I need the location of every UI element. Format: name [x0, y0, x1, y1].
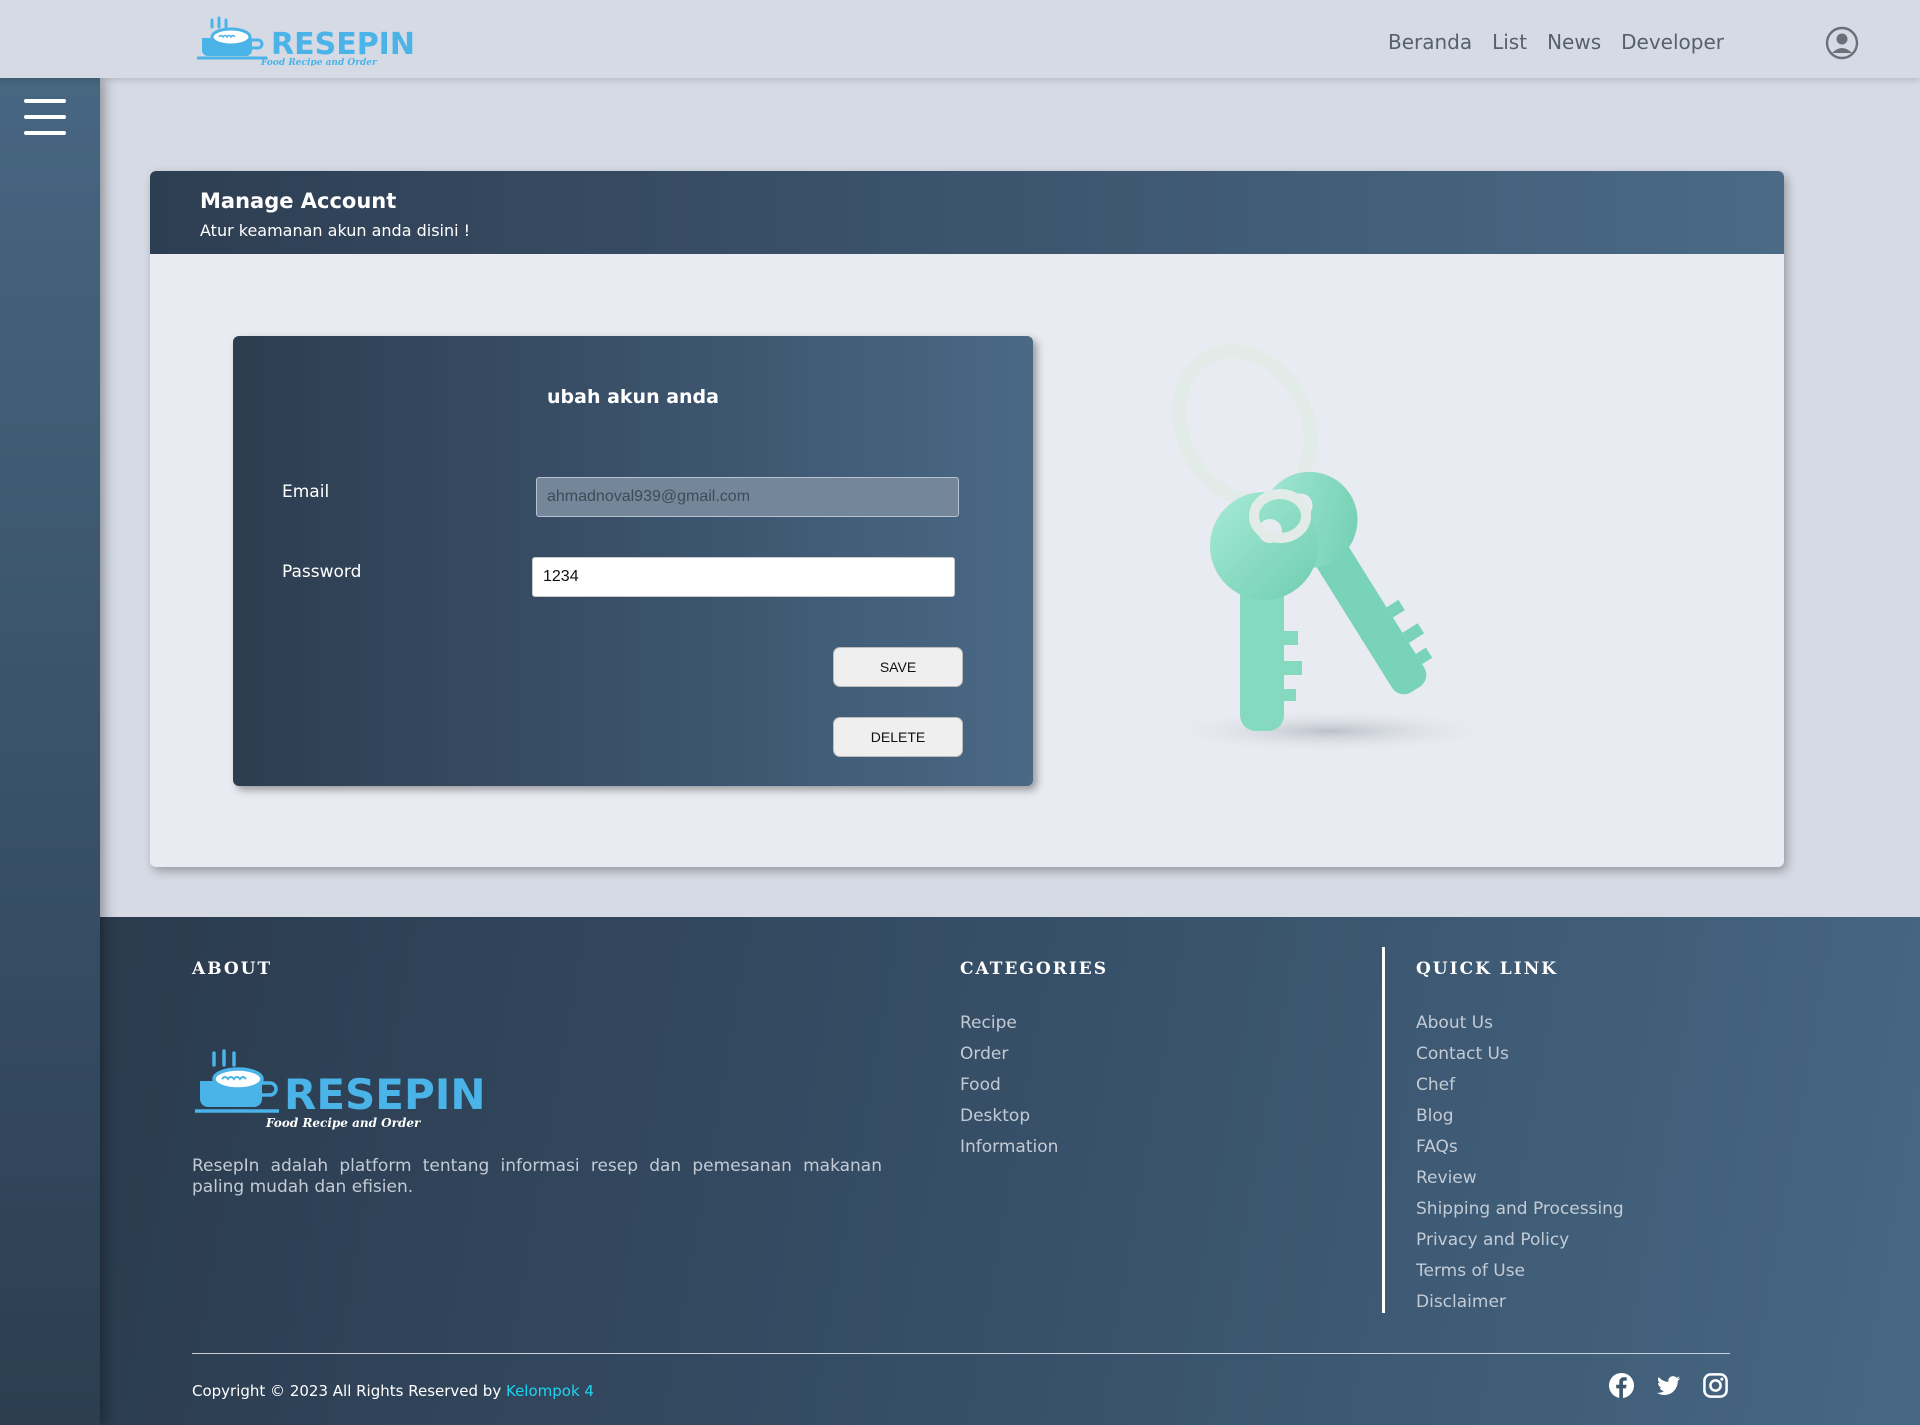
- nav-link-news[interactable]: News: [1547, 30, 1601, 54]
- quick-link-chef[interactable]: Chef: [1416, 1075, 1624, 1106]
- footer: ABOUT RESEPIN Food Recipe and Order Rese…: [100, 917, 1920, 1425]
- save-button[interactable]: SAVE: [833, 647, 963, 687]
- footer-quick-link-heading: QUICK LINK: [1416, 959, 1559, 979]
- quick-link-about-us[interactable]: About Us: [1416, 1013, 1624, 1044]
- footer-categories-heading: CATEGORIES: [960, 959, 1109, 979]
- nav-link-beranda[interactable]: Beranda: [1388, 30, 1472, 54]
- top-navbar: RESEPIN Food Recipe and Order Beranda Li…: [0, 0, 1920, 78]
- footer-vertical-divider: [1382, 947, 1385, 1313]
- delete-button[interactable]: DELETE: [833, 717, 963, 757]
- copyright-label: Copyright © 2023 All Rights Reserved by: [192, 1382, 502, 1400]
- quick-link-blog[interactable]: Blog: [1416, 1106, 1624, 1137]
- page-title: Manage Account: [200, 189, 397, 213]
- card-header: Manage Account Atur keamanan akun anda d…: [150, 171, 1784, 254]
- facebook-icon[interactable]: [1608, 1372, 1635, 1399]
- main-nav: Beranda List News Developer: [1388, 30, 1724, 54]
- footer-resepin-logo: RESEPIN Food Recipe and Order: [195, 1049, 482, 1130]
- svg-text:RESEPIN: RESEPIN: [271, 27, 415, 62]
- password-label: Password: [282, 562, 362, 582]
- quick-link-terms[interactable]: Terms of Use: [1416, 1261, 1624, 1292]
- footer-about-heading: ABOUT: [192, 959, 273, 979]
- quick-link-disclaimer[interactable]: Disclaimer: [1416, 1292, 1624, 1323]
- category-link-information[interactable]: Information: [960, 1137, 1058, 1168]
- footer-horizontal-divider: [192, 1353, 1730, 1354]
- form-title: ubah akun anda: [547, 386, 719, 408]
- footer-quick-link-list: About Us Contact Us Chef Blog FAQs Revie…: [1416, 1013, 1624, 1323]
- svg-text:Food Recipe and Order: Food Recipe and Order: [265, 1116, 422, 1130]
- keys-illustration: [1160, 344, 1490, 753]
- sidebar: [0, 78, 100, 1425]
- social-links: [1608, 1372, 1729, 1399]
- quick-link-review[interactable]: Review: [1416, 1168, 1624, 1199]
- email-field[interactable]: [536, 477, 959, 517]
- category-link-food[interactable]: Food: [960, 1075, 1058, 1106]
- hamburger-menu-icon[interactable]: [24, 99, 66, 137]
- copyright-text: Copyright © 2023 All Rights Reserved by …: [192, 1382, 594, 1400]
- svg-text:RESEPIN: RESEPIN: [284, 1070, 482, 1119]
- nav-link-list[interactable]: List: [1492, 30, 1527, 54]
- footer-categories-list: Recipe Order Food Desktop Information: [960, 1013, 1058, 1168]
- quick-link-privacy[interactable]: Privacy and Policy: [1416, 1230, 1624, 1261]
- svg-text:Food Recipe and Order: Food Recipe and Order: [260, 58, 378, 66]
- instagram-icon[interactable]: [1702, 1372, 1729, 1399]
- account-form: ubah akun anda Email Password SAVE DELET…: [233, 336, 1033, 786]
- resepin-logo[interactable]: RESEPIN Food Recipe and Order: [195, 14, 440, 66]
- page-subtitle: Atur keamanan akun anda disini !: [200, 221, 471, 240]
- email-label: Email: [282, 482, 330, 502]
- quick-link-contact-us[interactable]: Contact Us: [1416, 1044, 1624, 1075]
- credit-link[interactable]: Kelompok 4: [506, 1382, 594, 1400]
- category-link-desktop[interactable]: Desktop: [960, 1106, 1058, 1137]
- quick-link-faqs[interactable]: FAQs: [1416, 1137, 1624, 1168]
- footer-about-text: ResepIn adalah platform tentang informas…: [192, 1156, 882, 1197]
- manage-account-card: Manage Account Atur keamanan akun anda d…: [150, 171, 1784, 867]
- password-field[interactable]: [532, 557, 955, 597]
- category-link-recipe[interactable]: Recipe: [960, 1013, 1058, 1044]
- category-link-order[interactable]: Order: [960, 1044, 1058, 1075]
- user-account-icon[interactable]: [1825, 26, 1859, 60]
- twitter-icon[interactable]: [1655, 1372, 1682, 1399]
- quick-link-shipping[interactable]: Shipping and Processing: [1416, 1199, 1624, 1230]
- nav-link-developer[interactable]: Developer: [1621, 30, 1724, 54]
